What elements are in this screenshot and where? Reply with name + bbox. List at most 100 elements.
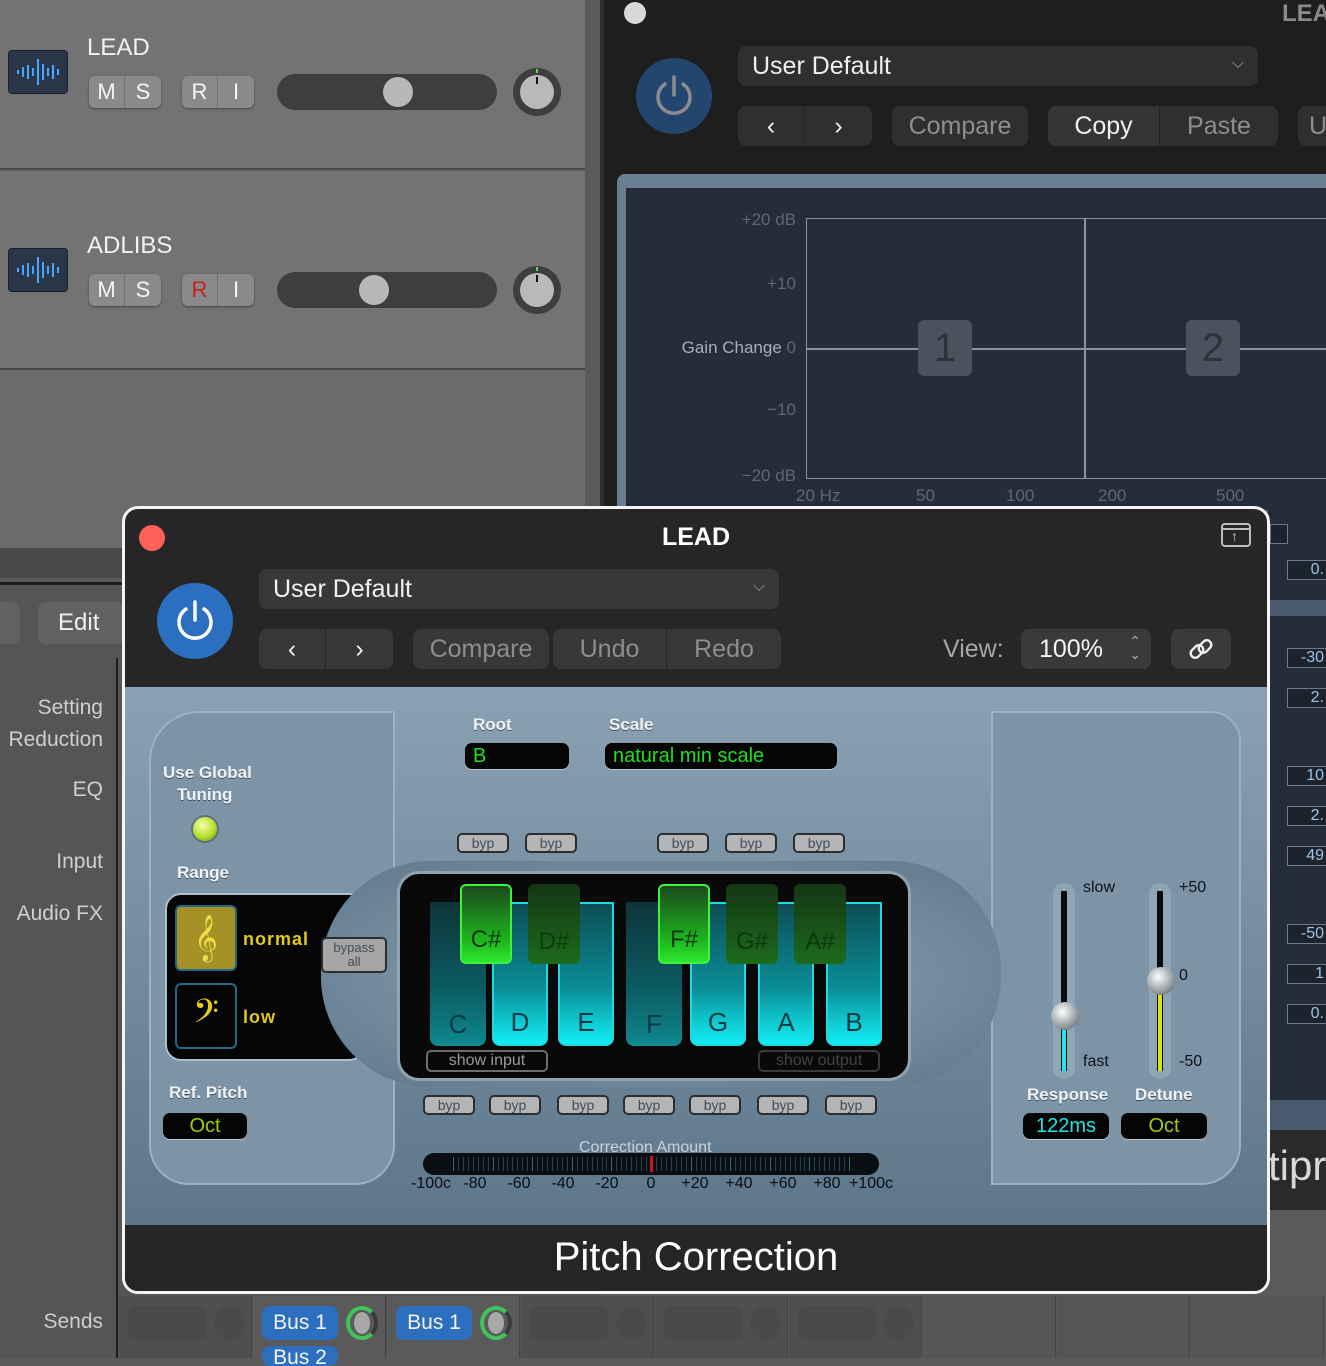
bypass-c-button[interactable]: byp: [423, 1095, 475, 1115]
response-slider-thumb[interactable]: [1051, 1002, 1079, 1031]
empty-send-knob[interactable]: [214, 1306, 244, 1340]
bypass-d-button[interactable]: byp: [489, 1095, 541, 1115]
preset-dropdown[interactable]: User Default ⌵: [259, 569, 779, 609]
parameter-field[interactable]: 0.: [1287, 560, 1326, 580]
next-preset-button[interactable]: ›: [326, 629, 393, 669]
edit-button[interactable]: Edit: [38, 602, 126, 644]
redo-button[interactable]: Redo: [667, 629, 781, 669]
response-slider[interactable]: [1051, 883, 1079, 1079]
bypass-all-button[interactable]: bypass all: [321, 937, 387, 973]
key-d-sharp[interactable]: D#: [528, 884, 580, 964]
bypass-a-sharp-button[interactable]: byp: [793, 833, 845, 853]
empty-send-slot[interactable]: [128, 1306, 206, 1340]
mute-button[interactable]: M: [89, 76, 125, 108]
solo-button[interactable]: S: [125, 274, 161, 306]
band-2-handle[interactable]: 2: [1186, 320, 1240, 376]
bypass-g-sharp-button[interactable]: byp: [725, 833, 777, 853]
range-option-normal[interactable]: normal: [243, 929, 309, 950]
parameter-field[interactable]: 1: [1287, 964, 1326, 984]
show-input-button[interactable]: show input: [426, 1050, 548, 1072]
parameter-field[interactable]: 2.: [1287, 806, 1326, 826]
key-a-sharp[interactable]: A#: [794, 884, 846, 964]
volume-fader[interactable]: [277, 74, 497, 110]
compare-button[interactable]: Compare: [413, 629, 549, 669]
key-c-sharp[interactable]: C#: [460, 884, 512, 964]
parameter-field[interactable]: -50: [1287, 924, 1326, 944]
empty-send-knob[interactable]: [750, 1306, 780, 1340]
bypass-e-button[interactable]: byp: [557, 1095, 609, 1115]
empty-send-knob[interactable]: [616, 1306, 646, 1340]
pan-knob[interactable]: [513, 266, 561, 314]
range-option-low[interactable]: low: [243, 1007, 276, 1028]
next-preset-button[interactable]: ›: [805, 106, 872, 146]
mute-button[interactable]: M: [89, 274, 125, 306]
key-f-sharp[interactable]: F#: [658, 884, 710, 964]
send-bus-button[interactable]: Bus 1: [396, 1306, 472, 1340]
parameter-field[interactable]: 0.: [1287, 1004, 1326, 1024]
bypass-a-button[interactable]: byp: [757, 1095, 809, 1115]
record-enable-button[interactable]: R: [182, 274, 218, 306]
meter-tick: [774, 1157, 776, 1171]
volume-fader[interactable]: [277, 272, 497, 308]
meter-tick: [670, 1157, 672, 1171]
send-bus-button[interactable]: Bus 1: [262, 1306, 338, 1340]
detune-slider[interactable]: [1147, 883, 1175, 1079]
parameter-field[interactable]: 10: [1287, 766, 1326, 786]
empty-send-slot[interactable]: [664, 1306, 742, 1340]
global-tuning-led[interactable]: [193, 817, 217, 841]
preset-dropdown[interactable]: User Default ⌵: [738, 46, 1258, 86]
undo-button[interactable]: U: [1298, 106, 1326, 146]
window-close-button[interactable]: [624, 2, 646, 24]
bypass-d-sharp-button[interactable]: byp: [525, 833, 577, 853]
show-output-button[interactable]: show output: [758, 1050, 880, 1072]
pan-knob[interactable]: [513, 68, 561, 116]
copy-button[interactable]: Copy: [1048, 106, 1160, 146]
record-enable-button[interactable]: R: [182, 76, 218, 108]
treble-clef-button[interactable]: 𝄞: [175, 905, 237, 971]
parameter-field[interactable]: -30: [1287, 648, 1326, 668]
detune-slider-thumb[interactable]: [1147, 967, 1175, 995]
scale-display[interactable]: natural min scale: [605, 743, 837, 769]
view-zoom-select[interactable]: 100% ⌃ ⌄: [1021, 629, 1151, 669]
previous-preset-button[interactable]: ‹: [259, 629, 326, 669]
bass-clef-button[interactable]: 𝄢: [175, 983, 237, 1049]
send-bus-button[interactable]: Bus 2: [262, 1346, 338, 1366]
volume-fader-thumb[interactable]: [383, 77, 413, 107]
bypass-f-button[interactable]: byp: [623, 1095, 675, 1115]
parameter-field[interactable]: 2.: [1287, 688, 1326, 708]
plugin-power-button[interactable]: [157, 583, 233, 659]
input-monitor-button[interactable]: I: [218, 274, 254, 306]
bypass-g-button[interactable]: byp: [689, 1095, 741, 1115]
meter-tick: [477, 1157, 479, 1171]
send-level-knob[interactable]: [346, 1306, 378, 1340]
link-button[interactable]: [1171, 629, 1231, 669]
solo-button[interactable]: S: [125, 76, 161, 108]
parameter-field[interactable]: [1270, 524, 1288, 544]
empty-send-slot[interactable]: [798, 1306, 876, 1340]
track-adlibs[interactable]: ADLIBS M S R I: [0, 172, 585, 370]
undo-button[interactable]: Undo: [553, 629, 667, 669]
input-monitor-button[interactable]: I: [218, 76, 254, 108]
previous-preset-button[interactable]: ‹: [738, 106, 805, 146]
bypass-f-sharp-button[interactable]: byp: [657, 833, 709, 853]
crossover-line[interactable]: [1084, 218, 1086, 478]
empty-send-slot[interactable]: [530, 1306, 608, 1340]
root-display[interactable]: B: [465, 743, 569, 769]
band-1-handle[interactable]: 1: [918, 320, 972, 376]
compare-button[interactable]: Compare: [892, 106, 1028, 146]
detune-display[interactable]: Oct: [1121, 1113, 1207, 1139]
expand-window-button[interactable]: ↑: [1221, 523, 1251, 547]
paste-button[interactable]: Paste: [1160, 106, 1278, 146]
track-lead[interactable]: LEAD M S R I: [0, 0, 585, 170]
empty-send-knob[interactable]: [884, 1306, 914, 1340]
plugin-power-button[interactable]: [636, 58, 712, 134]
ref-pitch-display[interactable]: Oct: [163, 1113, 247, 1139]
key-g-sharp[interactable]: G#: [726, 884, 778, 964]
parameter-field[interactable]: 49: [1287, 846, 1326, 866]
volume-fader-thumb[interactable]: [359, 275, 389, 305]
mixer-button[interactable]: [0, 602, 20, 644]
bypass-b-button[interactable]: byp: [825, 1095, 877, 1115]
response-display[interactable]: 122ms: [1023, 1113, 1109, 1139]
send-level-knob[interactable]: [480, 1306, 512, 1340]
bypass-c-sharp-button[interactable]: byp: [457, 833, 509, 853]
